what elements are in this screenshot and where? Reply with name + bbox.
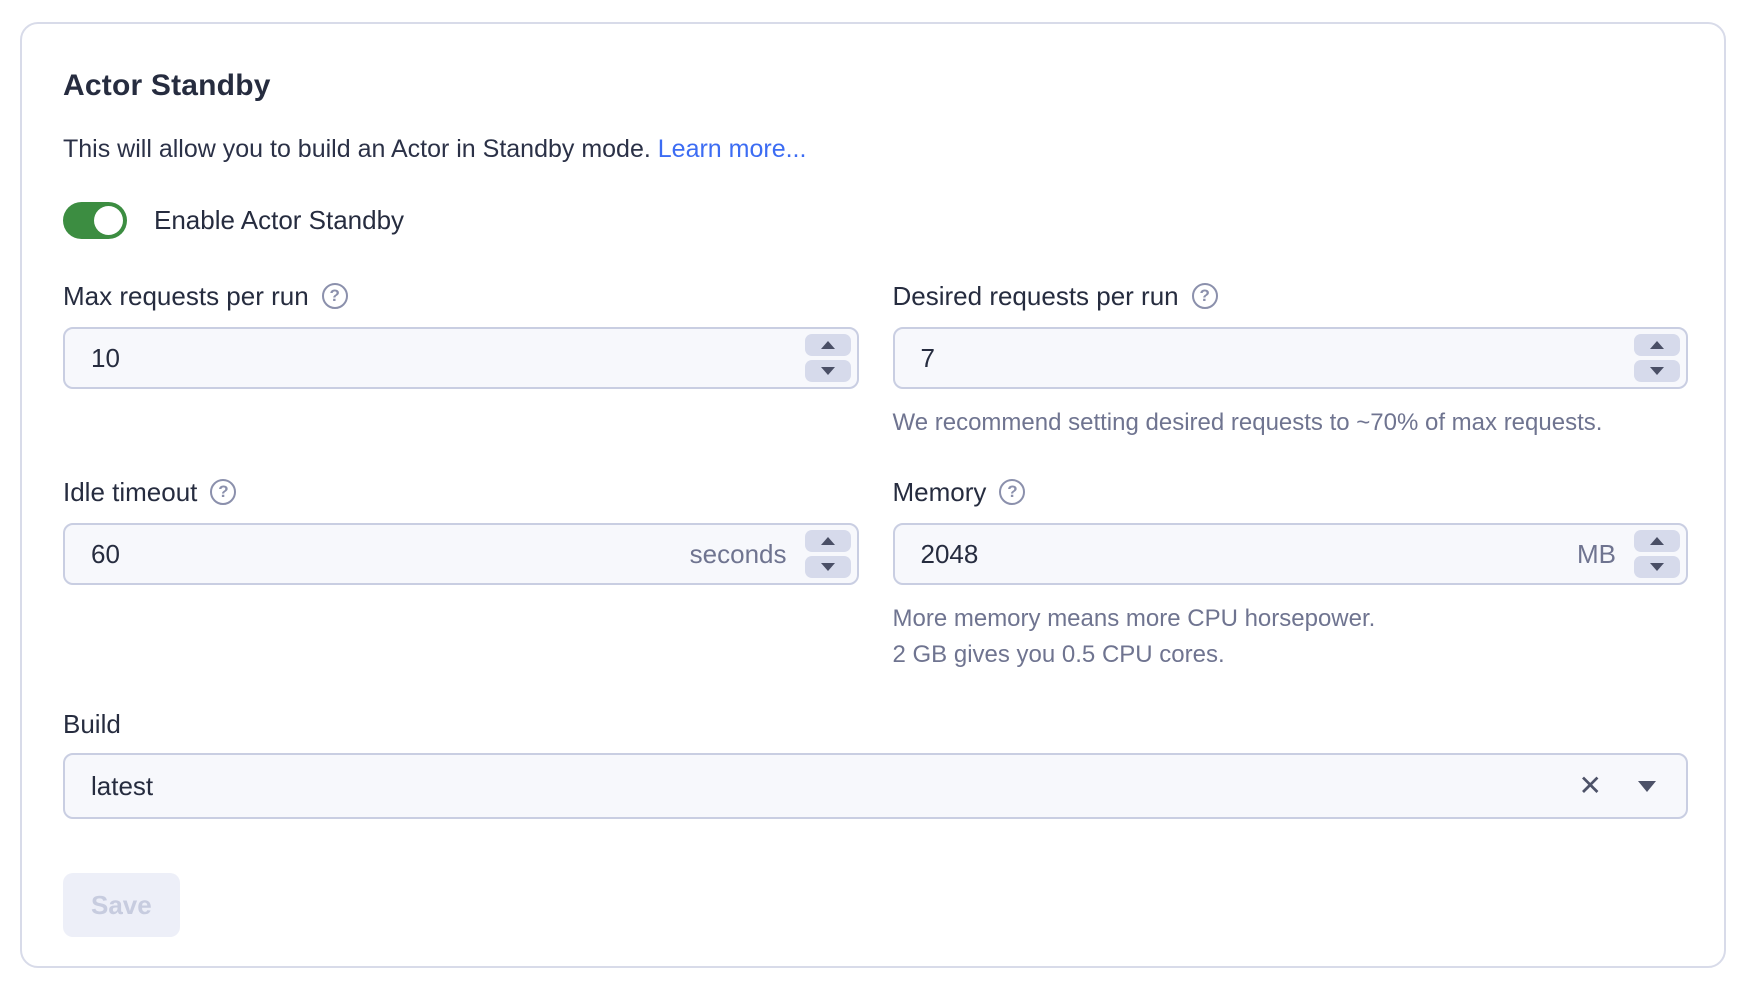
memory-hint: More memory means more CPU horsepower. 2… (893, 601, 1689, 673)
field-max-requests: Max requests per run ? (63, 281, 859, 389)
spinner-down-button[interactable] (1634, 556, 1680, 578)
max-requests-input[interactable] (91, 343, 787, 374)
desired-requests-label: Desired requests per run (893, 281, 1179, 311)
max-requests-input-box (63, 327, 859, 389)
enable-standby-label: Enable Actor Standby (154, 205, 404, 236)
idle-timeout-input-box: seconds (63, 523, 859, 585)
description-text: This will allow you to build an Actor in… (63, 135, 651, 163)
toggle-knob-icon (94, 206, 123, 235)
description: This will allow you to build an Actor in… (63, 132, 1688, 166)
spinner-down-button[interactable] (805, 360, 851, 382)
settings-grid: Max requests per run ? Desired requests … (63, 281, 1688, 673)
enable-standby-row: Enable Actor Standby (63, 202, 1688, 239)
idle-timeout-unit: seconds (690, 539, 787, 570)
idle-timeout-input[interactable] (91, 539, 678, 570)
arrow-down-icon (1650, 563, 1664, 571)
page-title: Actor Standby (63, 68, 1688, 104)
arrow-up-icon (1650, 341, 1664, 349)
desired-requests-input-box (893, 327, 1689, 389)
chevron-down-icon[interactable] (1638, 781, 1656, 792)
arrow-up-icon (1650, 537, 1664, 545)
spinner-down-button[interactable] (1634, 360, 1680, 382)
field-build: Build latest ✕ (63, 709, 1688, 819)
max-requests-label: Max requests per run (63, 281, 309, 311)
arrow-up-icon (821, 537, 835, 545)
spinner-up-button[interactable] (805, 530, 851, 552)
actor-standby-card: Actor Standby This will allow you to bui… (20, 22, 1726, 968)
clear-icon[interactable]: ✕ (1579, 772, 1602, 800)
field-idle-timeout: Idle timeout ? seconds (63, 477, 859, 585)
help-icon[interactable]: ? (999, 479, 1025, 505)
help-icon[interactable]: ? (322, 283, 348, 309)
help-icon[interactable]: ? (210, 479, 236, 505)
desired-requests-hint: We recommend setting desired requests to… (893, 405, 1689, 441)
memory-input-box: MB (893, 523, 1689, 585)
memory-input[interactable] (921, 539, 1566, 570)
idle-timeout-label: Idle timeout (63, 477, 197, 507)
memory-label: Memory (893, 477, 987, 507)
learn-more-link[interactable]: Learn more... (658, 135, 807, 163)
memory-hint-line1: More memory means more CPU horsepower. (893, 601, 1689, 637)
field-desired-requests: Desired requests per run ? We recommend … (893, 281, 1689, 441)
desired-requests-input[interactable] (921, 343, 1617, 374)
build-label: Build (63, 709, 1688, 739)
spinner-up-button[interactable] (1634, 530, 1680, 552)
arrow-up-icon (821, 341, 835, 349)
help-icon[interactable]: ? (1192, 283, 1218, 309)
spinner-up-button[interactable] (1634, 334, 1680, 356)
memory-hint-line2: 2 GB gives you 0.5 CPU cores. (893, 637, 1689, 673)
arrow-down-icon (821, 563, 835, 571)
memory-unit: MB (1577, 539, 1616, 570)
spinner-up-button[interactable] (805, 334, 851, 356)
build-select-value: latest (91, 771, 153, 802)
build-select[interactable]: latest ✕ (63, 753, 1688, 819)
arrow-down-icon (821, 367, 835, 375)
spinner-down-button[interactable] (805, 556, 851, 578)
arrow-down-icon (1650, 367, 1664, 375)
field-memory: Memory ? MB More memory means more CPU h… (893, 477, 1689, 673)
save-button[interactable]: Save (63, 873, 180, 937)
enable-standby-toggle[interactable] (63, 202, 127, 239)
